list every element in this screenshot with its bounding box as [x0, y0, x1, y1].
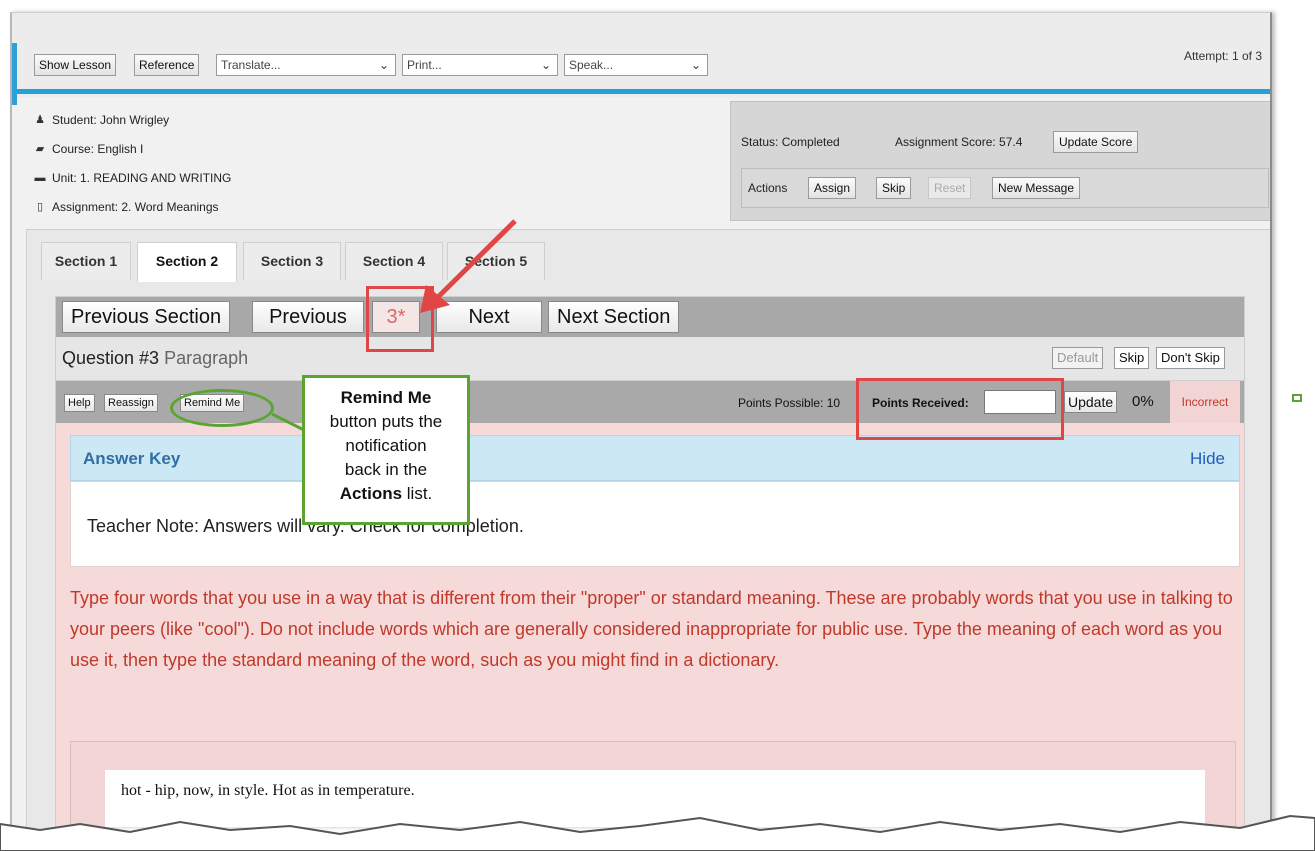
question-nav: Previous Section Previous 3* Next Next S… [56, 297, 1244, 337]
skip-button[interactable]: Skip [876, 177, 912, 199]
arrow-annotation [420, 219, 517, 313]
previous-section-button[interactable]: Previous Section [62, 301, 231, 333]
callout-line-3: back in the [344, 460, 428, 479]
chevron-down-icon: ⌄ [378, 58, 389, 72]
question-prompt: Type four words that you use in a way th… [70, 588, 1233, 670]
update-score-button[interactable]: Update Score [1053, 131, 1139, 153]
remind-me-callout: Remind Me button puts the notification b… [302, 375, 470, 525]
left-accent-bar [12, 43, 17, 105]
speak-select-value: Speak... [569, 58, 614, 72]
callout-bold: Actions [339, 484, 403, 503]
default-toggle[interactable]: Default [1052, 347, 1104, 369]
print-select[interactable]: Print... ⌄ [402, 54, 558, 76]
callout-line-2: notification [345, 436, 427, 455]
question-content: Answer Key Hide Teacher Note: Answers wi… [56, 423, 1244, 827]
assignment-name: Assignment: 2. Word Meanings [52, 199, 219, 214]
student-name: Student: John Wrigley [52, 112, 170, 127]
points-possible: Points Possible: 10 [738, 396, 841, 410]
callout-tail: list. [402, 484, 433, 503]
section-tabs-area: Section 1 Section 2 Section 3 Section 4 … [26, 229, 1270, 827]
file-icon: ▯ [36, 201, 44, 213]
answer-key-title: Answer Key [83, 449, 181, 468]
previous-button[interactable]: Previous [252, 301, 364, 333]
reset-button[interactable]: Reset [928, 177, 972, 199]
hide-answer-key-link[interactable]: Hide [1190, 449, 1225, 469]
torn-edge [0, 814, 1315, 851]
help-button[interactable]: Help [64, 394, 95, 412]
dont-skip-toggle[interactable]: Don't Skip [1156, 347, 1225, 369]
callout-title: Remind Me [340, 388, 432, 407]
chevron-down-icon: ⌄ [540, 58, 551, 72]
score-percent: 0% [1132, 393, 1154, 410]
book-icon: ▰ [35, 143, 45, 155]
translate-select[interactable]: Translate... ⌄ [216, 54, 396, 76]
question-number: Question #3 [62, 348, 160, 368]
question-title: Question #3 Paragraph [62, 348, 248, 369]
course-name: Course: English I [52, 141, 144, 156]
question-header: Question #3 Paragraph Default Skip Don't… [56, 337, 1244, 381]
next-section-button[interactable]: Next Section [548, 301, 680, 333]
skip-toggle[interactable]: Skip [1114, 347, 1150, 369]
teacher-note-box: Teacher Note: Answers will vary. Check f… [70, 481, 1240, 567]
assign-button[interactable]: Assign [808, 177, 857, 199]
question-type: Paragraph [164, 348, 249, 368]
assignment-score: Assignment Score: 57.4 [895, 135, 1023, 149]
unit-name: Unit: 1. READING AND WRITING [52, 170, 232, 185]
tab-section-1[interactable]: Section 1 [41, 242, 131, 280]
callout-line-1: button puts the [329, 412, 443, 431]
student-answer-text: hot - hip, now, in style. Hot as in temp… [121, 782, 415, 799]
user-icon: ♟ [35, 114, 45, 126]
tab-section-2[interactable]: Section 2 [137, 242, 237, 282]
reassign-button[interactable]: Reassign [104, 394, 158, 412]
attempt-counter: Attempt: 1 of 3 [1183, 49, 1262, 63]
assignment-info: ♟ Student: John Wrigley ▰ Course: English … [34, 105, 232, 221]
question-panel: Previous Section Previous 3* Next Next S… [55, 296, 1245, 827]
reference-button[interactable]: Reference [134, 54, 200, 76]
show-lesson-button[interactable]: Show Lesson [34, 54, 117, 76]
answer-key-bar: Answer Key Hide [70, 435, 1240, 481]
new-message-button[interactable]: New Message [992, 177, 1081, 199]
highlight-remind-me [170, 389, 274, 427]
actions-panel: Actions Assign Skip Reset New Message [741, 168, 1269, 208]
accent-rule [12, 89, 1270, 94]
speak-select[interactable]: Speak... ⌄ [564, 54, 708, 76]
print-select-value: Print... [407, 58, 442, 72]
status-panel: Status: Completed Assignment Score: 57.4… [730, 101, 1270, 221]
update-points-button[interactable]: Update [1064, 391, 1118, 413]
translate-select-value: Translate... [221, 58, 281, 72]
highlight-points-received [856, 378, 1064, 440]
chevron-down-icon: ⌄ [690, 58, 701, 72]
status-text: Status: Completed [741, 135, 840, 149]
toolbar: Show Lesson Reference Translate... ⌄ Pri… [12, 13, 1270, 97]
status-badge: Incorrect [1170, 381, 1240, 423]
folder-icon: ▬ [34, 171, 46, 184]
tab-section-3[interactable]: Section 3 [243, 242, 341, 280]
marker-icon [1292, 394, 1302, 402]
actions-label: Actions [748, 181, 788, 195]
